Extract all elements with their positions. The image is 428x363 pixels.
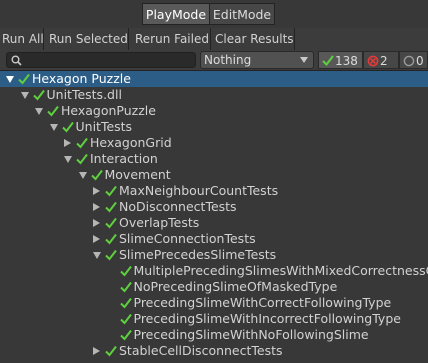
expand-closed-icon[interactable] bbox=[64, 139, 71, 147]
expand-closed-icon[interactable] bbox=[93, 347, 100, 355]
tree-row-label: PrecedingSlimeWithIncorrectFollowingType bbox=[133, 311, 401, 326]
pass-check-icon bbox=[47, 105, 59, 117]
expand-open-icon[interactable] bbox=[35, 108, 43, 115]
expand-open-icon[interactable] bbox=[64, 156, 72, 163]
pass-check-icon bbox=[105, 201, 117, 213]
tree-row-label: Movement bbox=[104, 167, 171, 182]
mode-tabs: PlayMode EditMode bbox=[0, 0, 428, 28]
pass-check-icon bbox=[90, 169, 103, 181]
tree-row[interactable]: StableCellDisconnectTests bbox=[0, 343, 428, 359]
fail-icon bbox=[367, 55, 379, 67]
pass-check-icon bbox=[119, 297, 132, 309]
passed-filter-toggle[interactable]: 138 bbox=[318, 51, 363, 69]
test-runner-toolbar: Run All Run Selected Rerun Failed Clear … bbox=[0, 28, 428, 51]
expand-open-icon[interactable] bbox=[49, 124, 58, 131]
tree-row[interactable]: PrecedingSlimeWithCorrectFollowingType bbox=[0, 295, 428, 311]
pass-check-icon bbox=[105, 249, 117, 261]
pass-check-icon bbox=[32, 89, 45, 101]
filter-bar: Nothing 138 2 0 bbox=[0, 50, 428, 71]
tree-row-label: Hexagon Puzzle bbox=[32, 71, 131, 86]
pass-check-icon bbox=[105, 233, 117, 245]
tree-row-label: PrecedingSlimeWithCorrectFollowingType bbox=[133, 295, 392, 310]
expand-open-icon[interactable] bbox=[93, 252, 101, 259]
test-tree: Hexagon Puzzle UnitTests.dll HexagonPuzzle… bbox=[0, 70, 428, 363]
tree-row[interactable]: Movement bbox=[0, 167, 428, 183]
rerun-failed-button[interactable]: Rerun Failed bbox=[129, 28, 211, 50]
category-dropdown-value: Nothing bbox=[204, 53, 252, 67]
not-run-icon bbox=[403, 55, 415, 67]
tree-row-label: PrecedingSlimeWithNoFollowingSlime bbox=[133, 327, 369, 342]
tab-editmode[interactable]: EditMode bbox=[209, 3, 275, 25]
tree-row-label: HexagonPuzzle bbox=[61, 103, 156, 118]
tree-row[interactable]: MultiplePrecedingSlimesWithMixedCorrectn… bbox=[0, 263, 428, 279]
check-icon bbox=[322, 55, 334, 66]
search-field[interactable] bbox=[6, 52, 196, 68]
expand-open-icon[interactable] bbox=[6, 76, 14, 83]
tree-row-label: OverlapTests bbox=[119, 215, 200, 230]
expand-closed-icon[interactable] bbox=[93, 219, 100, 227]
tab-playmode[interactable]: PlayMode bbox=[142, 3, 210, 25]
tree-row[interactable]: PrecedingSlimeWithIncorrectFollowingType bbox=[0, 311, 428, 327]
expand-closed-icon[interactable] bbox=[93, 203, 100, 211]
run-all-button[interactable]: Run All bbox=[0, 28, 44, 50]
tree-row[interactable]: NoDisconnectTests bbox=[0, 199, 428, 215]
tree-row[interactable]: MaxNeighbourCountTests bbox=[0, 183, 428, 199]
pass-check-icon bbox=[76, 137, 88, 149]
tree-row[interactable]: PrecedingSlimeWithNoFollowingSlime bbox=[0, 327, 428, 343]
pass-check-icon bbox=[105, 185, 117, 197]
pass-check-icon bbox=[105, 217, 117, 229]
tree-row[interactable]: UnitTests.dll bbox=[0, 87, 428, 103]
tree-row[interactable]: UnitTests bbox=[0, 119, 428, 135]
tree-row[interactable]: Hexagon Puzzle bbox=[0, 71, 428, 87]
tree-row-label: NoPrecedingSlimeOfMaskedType bbox=[133, 279, 338, 294]
tree-row-label: HexagonGrid bbox=[90, 135, 172, 150]
pass-check-icon bbox=[119, 281, 132, 293]
passed-count: 138 bbox=[335, 54, 358, 68]
expand-open-icon[interactable] bbox=[78, 172, 87, 179]
tree-row-label: MultiplePrecedingSlimesWithMixedCorrectn… bbox=[133, 263, 428, 278]
tree-row-label: Interaction bbox=[90, 151, 158, 166]
run-selected-button[interactable]: Run Selected bbox=[44, 28, 129, 50]
pass-check-icon bbox=[61, 121, 74, 133]
pass-check-icon bbox=[119, 329, 132, 341]
failed-count: 2 bbox=[380, 54, 388, 68]
tree-row[interactable]: HexagonGrid bbox=[0, 135, 428, 151]
category-dropdown[interactable]: Nothing bbox=[200, 51, 314, 69]
tree-row-label: UnitTests.dll bbox=[46, 87, 122, 102]
tree-row-label: StableCellDisconnectTests bbox=[119, 343, 283, 358]
tree-row-label: MaxNeighbourCountTests bbox=[119, 183, 279, 198]
tree-row[interactable]: OverlapTests bbox=[0, 215, 428, 231]
notrun-count: 0 bbox=[416, 54, 424, 68]
tree-row[interactable]: HexagonPuzzle bbox=[0, 103, 428, 119]
chevron-down-icon bbox=[300, 57, 308, 63]
pass-check-icon bbox=[119, 313, 132, 325]
expand-closed-icon[interactable] bbox=[93, 235, 100, 243]
pass-check-icon bbox=[119, 265, 132, 277]
clear-results-button[interactable]: Clear Results bbox=[211, 28, 295, 50]
search-icon bbox=[11, 55, 22, 66]
pass-check-icon bbox=[18, 73, 30, 85]
tree-row-label: SlimeConnectionTests bbox=[119, 231, 256, 246]
tree-row[interactable]: SlimePrecedesSlimeTests bbox=[0, 247, 428, 263]
tree-row-label: SlimePrecedesSlimeTests bbox=[119, 247, 277, 262]
tree-row-label: NoDisconnectTests bbox=[119, 199, 237, 214]
pass-check-icon bbox=[105, 345, 117, 357]
pass-check-icon bbox=[76, 153, 88, 165]
failed-filter-toggle[interactable]: 2 bbox=[363, 51, 399, 69]
tree-row[interactable]: SlimeConnectionTests bbox=[0, 231, 428, 247]
tree-row[interactable]: NoPrecedingSlimeOfMaskedType bbox=[0, 279, 428, 295]
notrun-filter-toggle[interactable]: 0 bbox=[399, 51, 428, 69]
tree-row[interactable]: Interaction bbox=[0, 151, 428, 167]
search-input[interactable] bbox=[25, 53, 193, 67]
expand-closed-icon[interactable] bbox=[93, 187, 100, 195]
expand-open-icon[interactable] bbox=[20, 92, 29, 99]
tree-row-label: UnitTests bbox=[75, 119, 133, 134]
